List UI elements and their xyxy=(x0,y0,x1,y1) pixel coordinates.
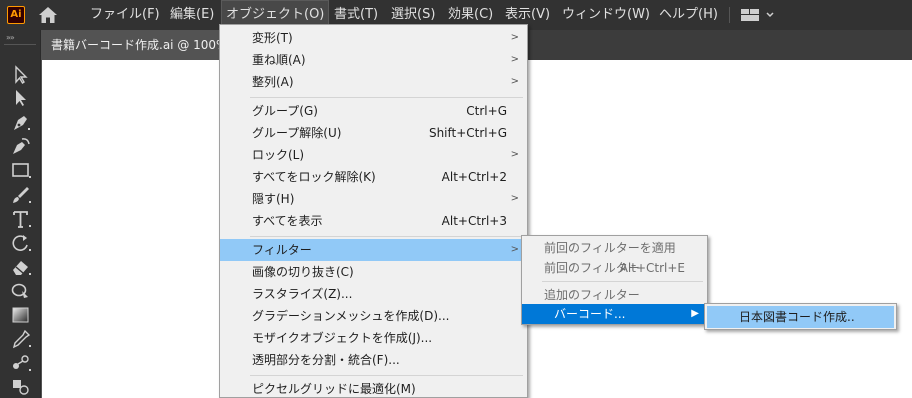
menu-item-create-gradient-mesh[interactable]: グラデーションメッシュを作成(D)... xyxy=(220,305,527,327)
rectangle-tool-icon[interactable] xyxy=(10,160,32,180)
menu-item-label: ロック(L) xyxy=(252,148,305,162)
tools-panel: »» xyxy=(0,30,41,398)
menu-edit[interactable]: 編集(E) xyxy=(166,0,218,30)
menu-item-group[interactable]: グループ(G) Ctrl+G xyxy=(220,100,527,122)
menu-item-label: 整列(A) xyxy=(252,75,294,89)
menu-item-barcode[interactable]: バーコード... ▶ xyxy=(522,304,707,324)
eyedropper-tool-icon[interactable] xyxy=(10,329,32,349)
menu-item-label: ラスタライズ(Z)... xyxy=(252,287,353,301)
menu-item-label: すべてを表示 xyxy=(252,214,323,228)
menu-item-label: グラデーションメッシュを作成(D)... xyxy=(252,309,450,323)
menu-help[interactable]: ヘルプ(H) xyxy=(655,0,722,30)
warp-tool-icon[interactable] xyxy=(10,281,32,301)
menu-item-label: 隠す(H) xyxy=(252,192,295,206)
menu-item-crop-image[interactable]: 画像の切り抜き(C) xyxy=(220,261,527,283)
submenu-chevron-icon: > xyxy=(510,193,519,204)
panel-grip[interactable]: »» xyxy=(6,33,15,42)
menu-item-shortcut: Shift+Ctrl+G xyxy=(428,126,507,140)
menu-item-label: バーコード... xyxy=(554,307,626,321)
menu-item-shortcut: Alt+Ctrl+2 xyxy=(441,170,507,184)
menu-item-last-filter[interactable]: 前回のフィルター Alt+Ctrl+E xyxy=(522,257,707,279)
app-logo: Ai xyxy=(7,6,25,24)
submenu-chevron-icon: > xyxy=(510,244,519,255)
pen-tool-icon[interactable] xyxy=(10,112,32,132)
submenu-chevron-icon: > xyxy=(510,54,519,65)
submenu-chevron-icon: > xyxy=(510,76,519,87)
menu-separator xyxy=(250,375,523,376)
menu-item-unlock-all[interactable]: すべてをロック解除(K) Alt+Ctrl+2 xyxy=(220,166,527,188)
menu-item-hide[interactable]: 隠す(H) > xyxy=(220,188,527,210)
eraser-tool-icon[interactable] xyxy=(10,257,32,277)
curvature-tool-icon[interactable] xyxy=(10,136,32,156)
blend-tool-icon[interactable] xyxy=(10,353,32,373)
panel-divider xyxy=(4,44,36,45)
menu-item-shortcut: Ctrl+G xyxy=(466,104,507,118)
menu-item-arrange[interactable]: 重ね順(A) > xyxy=(220,49,527,71)
menu-item-label: グループ解除(U) xyxy=(252,126,342,140)
submenu-arrow-icon: ▶ xyxy=(691,308,699,319)
rotate-tool-icon[interactable] xyxy=(10,233,32,253)
document-tab[interactable]: 書籍バーコード作成.ai @ 100% (C xyxy=(42,30,232,60)
menu-separator xyxy=(542,281,703,282)
selection-tool-icon[interactable] xyxy=(10,65,32,85)
menu-item-show-all[interactable]: すべてを表示 Alt+Ctrl+3 xyxy=(220,210,527,232)
menu-item-label: フィルター xyxy=(252,243,312,257)
menu-item-label: グループ(G) xyxy=(252,104,318,118)
menu-separator xyxy=(250,236,523,237)
menu-item-shortcut: Alt+Ctrl+E xyxy=(619,261,685,275)
menu-item-additional-filters: 追加のフィルター xyxy=(522,284,707,306)
filter-submenu: 前回のフィルターを適用 前回のフィルター Alt+Ctrl+E 追加のフィルター… xyxy=(521,235,708,325)
type-tool-icon[interactable] xyxy=(10,209,32,229)
menu-item-apply-last-filter[interactable]: 前回のフィルターを適用 xyxy=(522,237,707,259)
menu-file[interactable]: ファイル(F) xyxy=(86,0,164,30)
submenu-chevron-icon: > xyxy=(510,149,519,160)
menu-item-label: 日本図書コード作成.. xyxy=(739,310,855,324)
menu-item-rasterize[interactable]: ラスタライズ(Z)... xyxy=(220,283,527,305)
menu-item-lock[interactable]: ロック(L) > xyxy=(220,144,527,166)
menu-item-create-object-mosaic[interactable]: モザイクオブジェクトを作成(J)... xyxy=(220,327,527,349)
menu-item-label: 変形(T) xyxy=(252,31,293,45)
menu-item-label: 前回のフィルターを適用 xyxy=(544,241,676,255)
symbol-sprayer-tool-icon[interactable] xyxy=(10,377,32,397)
menu-window[interactable]: ウィンドウ(W) xyxy=(558,0,654,30)
gradient-tool-icon[interactable] xyxy=(10,305,32,325)
menu-item-ungroup[interactable]: グループ解除(U) Shift+Ctrl+G xyxy=(220,122,527,144)
menu-item-label: 透明部分を分割・統合(F)... xyxy=(252,353,400,367)
menu-item-filter[interactable]: フィルター > xyxy=(220,239,527,261)
menu-item-label: 重ね順(A) xyxy=(252,53,306,67)
menu-item-shortcut: Alt+Ctrl+3 xyxy=(441,214,507,228)
submenu-chevron-icon: > xyxy=(510,32,519,43)
menu-item-label: 画像の切り抜き(C) xyxy=(252,265,354,279)
menu-separator xyxy=(250,97,523,98)
object-menu: 変形(T) > 重ね順(A) > 整列(A) > グループ(G) Ctrl+G … xyxy=(219,24,528,398)
direct-selection-tool-icon[interactable] xyxy=(10,88,32,108)
menu-item-label: すべてをロック解除(K) xyxy=(252,170,376,184)
menu-item-align[interactable]: 整列(A) > xyxy=(220,71,527,93)
home-icon[interactable] xyxy=(38,6,58,24)
menu-divider xyxy=(729,7,730,23)
menu-item-make-pixel-perfect[interactable]: ピクセルグリッドに最適化(M) xyxy=(220,378,527,398)
menu-item-flatten-transparency[interactable]: 透明部分を分割・統合(F)... xyxy=(220,349,527,371)
menu-item-transform[interactable]: 変形(T) > xyxy=(220,27,527,49)
menu-item-label: モザイクオブジェクトを作成(J)... xyxy=(252,331,433,345)
menu-item-create-japanese-book-code[interactable]: 日本図書コード作成.. xyxy=(707,306,894,328)
menu-item-label: 追加のフィルター xyxy=(544,288,640,302)
workspace-switcher-icon[interactable] xyxy=(740,8,776,22)
barcode-submenu: 日本図書コード作成.. xyxy=(704,303,897,330)
paintbrush-tool-icon[interactable] xyxy=(10,185,32,205)
menu-item-label: ピクセルグリッドに最適化(M) xyxy=(252,382,416,396)
